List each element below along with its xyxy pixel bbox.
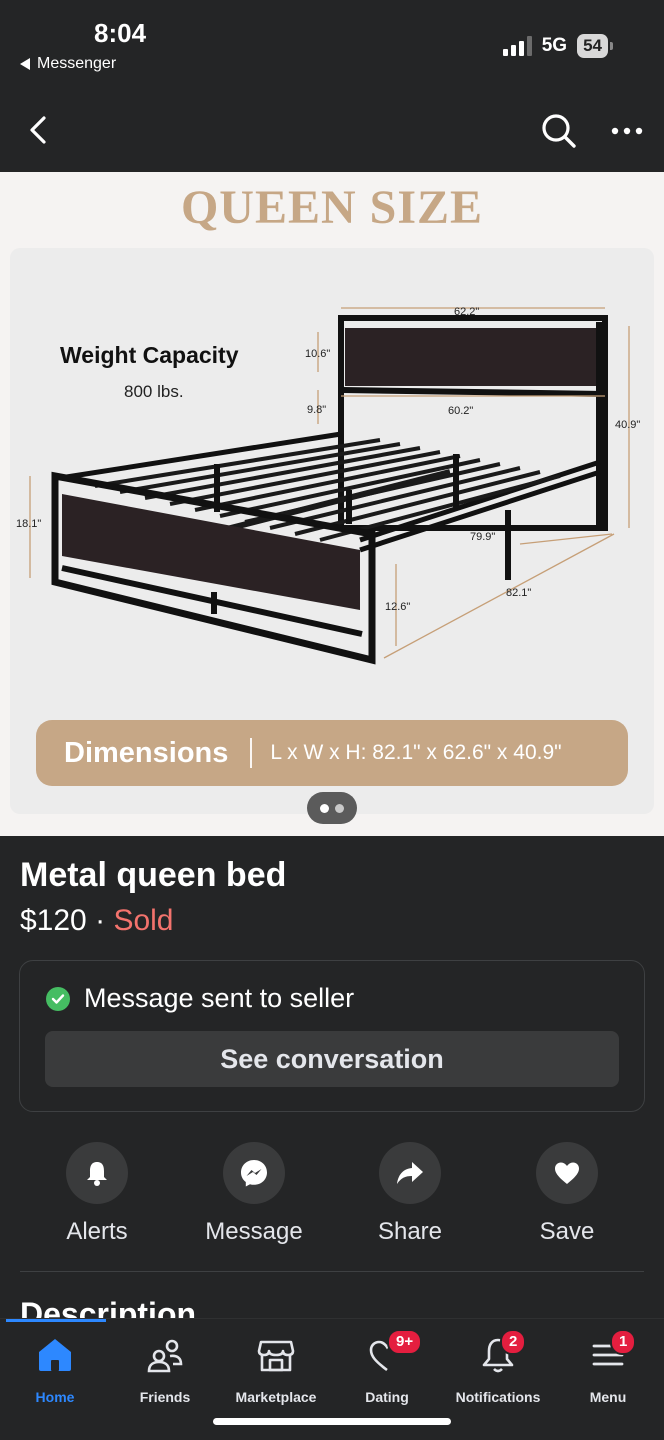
heart-icon [536,1142,598,1204]
messenger-icon [223,1142,285,1204]
measure-clearance: 12.6" [385,601,410,613]
measure-headboard-height: 10.6" [305,348,330,360]
tab-menu-label: Menu [589,1389,627,1405]
measure-gap-height: 9.8" [307,404,326,416]
dimensions-value: L x W x H: 82.1" x 62.6" x 40.9" [270,741,562,764]
measure-total-height: 40.9" [615,419,640,431]
alerts-action[interactable]: Alerts [19,1142,175,1246]
tab-friends-label: Friends [139,1389,191,1405]
top-nav [0,90,664,172]
search-icon[interactable] [540,112,578,150]
bell-icon [66,1142,128,1204]
share-action[interactable]: Share [332,1142,488,1246]
tab-marketplace-label: Marketplace [235,1389,317,1405]
tab-notifications-label: Notifications [455,1389,541,1405]
dimensions-label: Dimensions [64,736,229,769]
status-indicators: 5G 54 [502,34,613,58]
measure-foot-height: 18.1" [16,518,41,530]
share-label: Share [377,1218,443,1245]
tab-marketplace[interactable]: Marketplace [221,1335,331,1405]
message-sent-card: Message sent to seller See conversation [19,960,645,1112]
battery-icon: 54 [577,34,613,58]
home-indicator [213,1418,451,1425]
price-separator: · [95,904,106,937]
back-app-label: Messenger [37,55,117,72]
description-heading: Description [20,1296,197,1318]
back-to-messenger[interactable]: Messenger [20,55,116,73]
status-bar: 8:04 Messenger 5G 54 [0,0,664,90]
home-icon [35,1335,75,1375]
measure-length: 82.1" [506,587,531,599]
listing-status: Sold [113,904,174,937]
section-divider [20,1271,644,1272]
action-row: Alerts Message Share Save [0,1142,664,1252]
tab-dating-label: Dating [365,1389,409,1405]
product-image[interactable]: QUEEN SIZE 62.2" 10.6" 9.8" 60.2" 40.9" … [0,172,664,836]
tab-home-label: Home [35,1389,75,1405]
measure-inner-length: 79.9" [470,531,495,543]
message-action[interactable]: Message [176,1142,332,1246]
pager-dot [335,803,344,813]
back-arrow-icon[interactable] [22,112,58,148]
menu-icon: 1 [588,1329,637,1375]
dimensions-banner: Dimensions L x W x H: 82.1" x 62.6" x 40… [36,720,628,786]
network-label: 5G [541,35,568,56]
measure-top-width: 62.2" [454,306,479,318]
message-sent-row: Message sent to seller [46,983,354,1014]
listing-title: Metal queen bed [20,856,287,894]
tab-dating[interactable]: 9+ Dating [332,1329,442,1405]
message-sent-text: Message sent to seller [84,983,355,1013]
dating-badge: 9+ [387,1329,423,1355]
alerts-label: Alerts [66,1218,128,1245]
weight-capacity-value: 800 lbs. [124,382,184,401]
dating-icon: 9+ [367,1329,423,1375]
tab-menu[interactable]: 1 Menu [553,1329,663,1405]
save-action[interactable]: Save [489,1142,645,1246]
tab-friends[interactable]: Friends [110,1335,220,1405]
more-options-icon[interactable] [610,118,644,144]
share-arrow-icon [379,1142,441,1204]
notifications-bell-icon: 2 [478,1329,527,1375]
pager-dot-active [320,803,329,813]
weight-capacity-title: Weight Capacity [60,342,239,368]
save-label: Save [539,1218,595,1245]
marketplace-icon [256,1335,296,1375]
message-label: Message [205,1218,303,1245]
tab-notifications[interactable]: 2 Notifications [443,1329,553,1405]
check-circle-icon [46,986,70,1011]
active-tab-indicator [6,1319,106,1322]
menu-badge: 1 [610,1329,637,1355]
status-time: 8:04 [94,18,147,48]
tab-home[interactable]: Home [0,1335,110,1405]
notifications-badge: 2 [500,1329,527,1355]
friends-icon [145,1335,185,1375]
back-triangle-icon [20,58,30,70]
price-line: $120 · Sold [20,904,173,938]
see-conversation-button[interactable]: See conversation [45,1031,619,1087]
signal-icon [502,36,532,56]
listing-price: $120 [20,904,87,937]
image-pager[interactable] [307,792,357,824]
measure-inner-width: 60.2" [448,405,473,417]
dimensions-separator [250,738,253,768]
